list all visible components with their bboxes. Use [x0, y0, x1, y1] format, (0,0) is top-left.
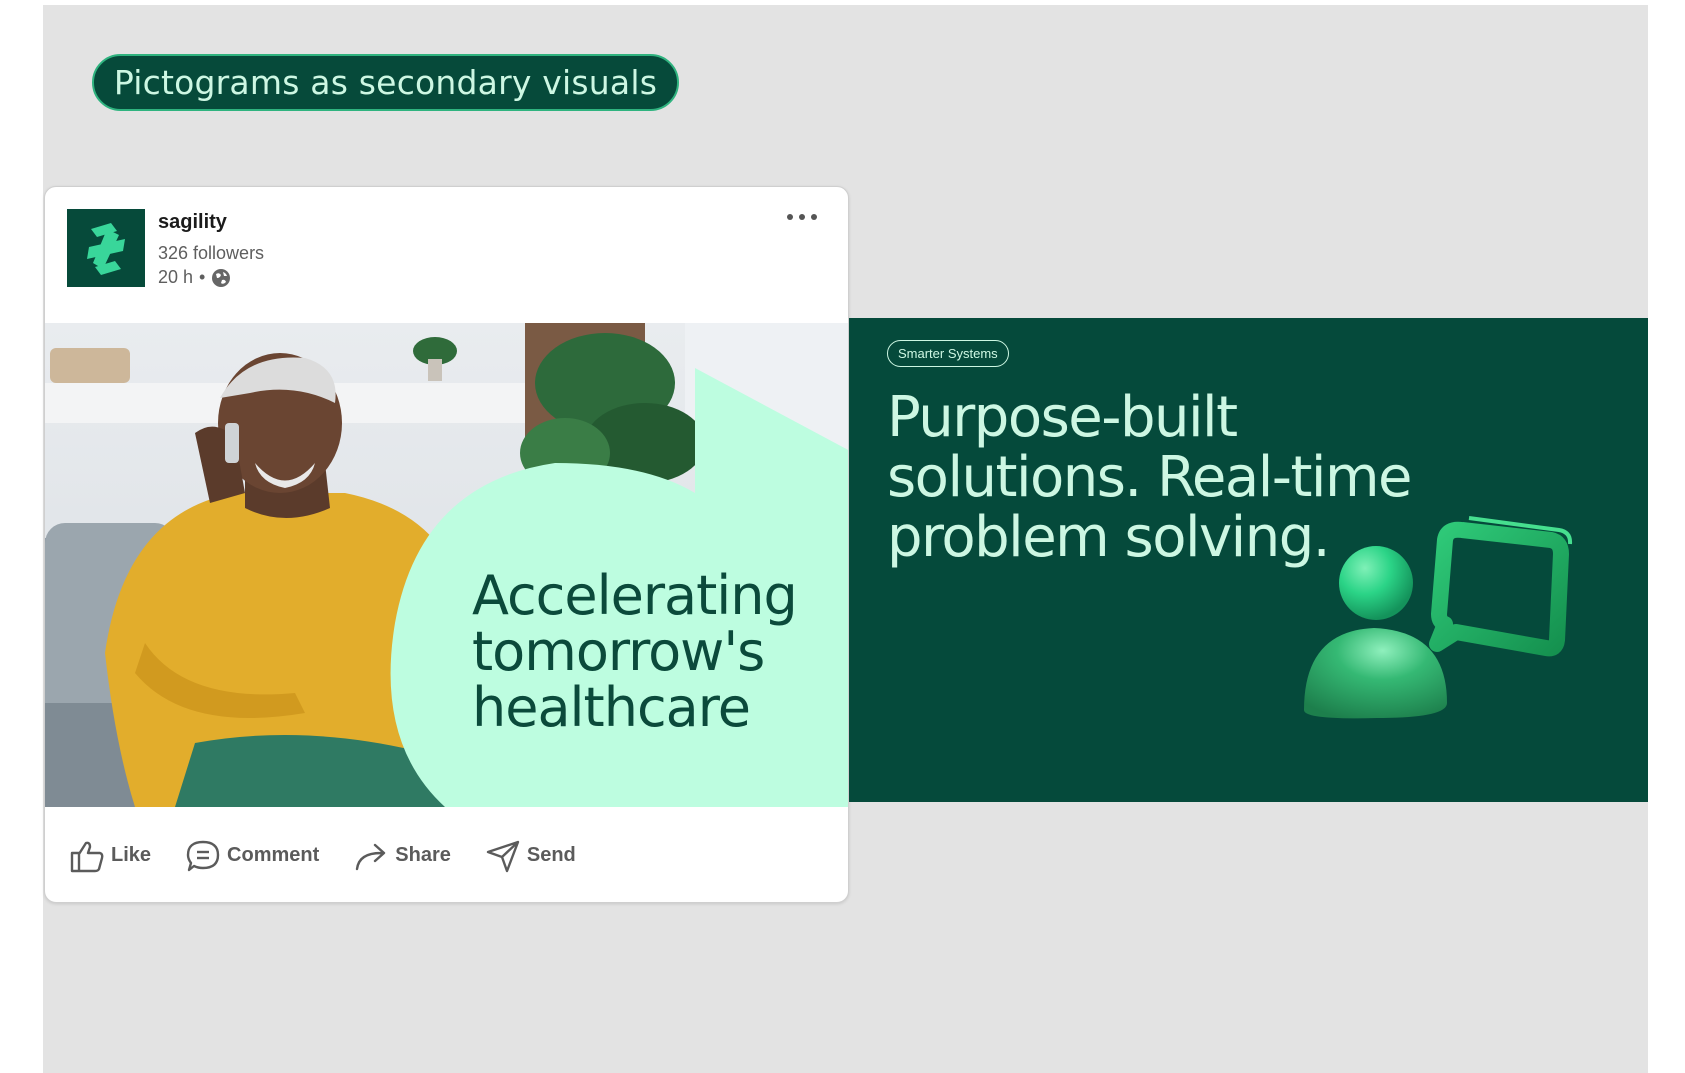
- post-time: 20 h: [158, 267, 194, 287]
- company-name[interactable]: sagility: [158, 211, 227, 234]
- company-logo[interactable]: [67, 209, 145, 287]
- comment-label: Comment: [227, 844, 320, 866]
- meta-separator: •: [199, 267, 206, 287]
- ellipsis-icon: [787, 214, 817, 220]
- send-icon: [486, 840, 520, 872]
- post-actions: Like Comment Share Send: [45, 807, 848, 902]
- secondary-visual-panel: Smarter Systems Purpose-built solutions.…: [849, 318, 1648, 802]
- image-headline: Accelerating tomorrow's healthcare: [472, 564, 798, 739]
- sagility-logo-icon: [67, 209, 145, 287]
- comment-button[interactable]: Comment: [185, 839, 319, 873]
- like-button[interactable]: Like: [69, 839, 151, 873]
- follower-count: 326 followers: [158, 243, 265, 263]
- post-header: sagility 326 followers 20 h •: [45, 187, 848, 323]
- section-title-pill: Pictograms as secondary visuals: [92, 54, 679, 111]
- thumbs-up-icon: [70, 841, 104, 872]
- image-headline-line: Accelerating: [472, 564, 798, 627]
- share-label: Share: [395, 844, 451, 866]
- person-chat-pictogram-icon: [1304, 516, 1573, 719]
- image-headline-line: healthcare: [472, 676, 751, 739]
- image-headline-line: tomorrow's: [472, 620, 765, 683]
- like-label: Like: [111, 844, 152, 866]
- post-card: sagility 326 followers 20 h • Accelerati…: [44, 186, 849, 903]
- canvas-background: Pictograms as secondary visuals sagility…: [43, 5, 1648, 1073]
- share-button[interactable]: Share: [353, 839, 451, 873]
- post-meta: 20 h •: [158, 267, 231, 288]
- comment-icon: [186, 840, 220, 871]
- send-button[interactable]: Send: [485, 839, 576, 873]
- post-image[interactable]: Accelerating tomorrow's healthcare: [45, 323, 848, 807]
- more-options-button[interactable]: [782, 205, 822, 229]
- globe-icon: [212, 268, 231, 287]
- send-label: Send: [526, 844, 576, 866]
- share-arrow-icon: [356, 843, 386, 870]
